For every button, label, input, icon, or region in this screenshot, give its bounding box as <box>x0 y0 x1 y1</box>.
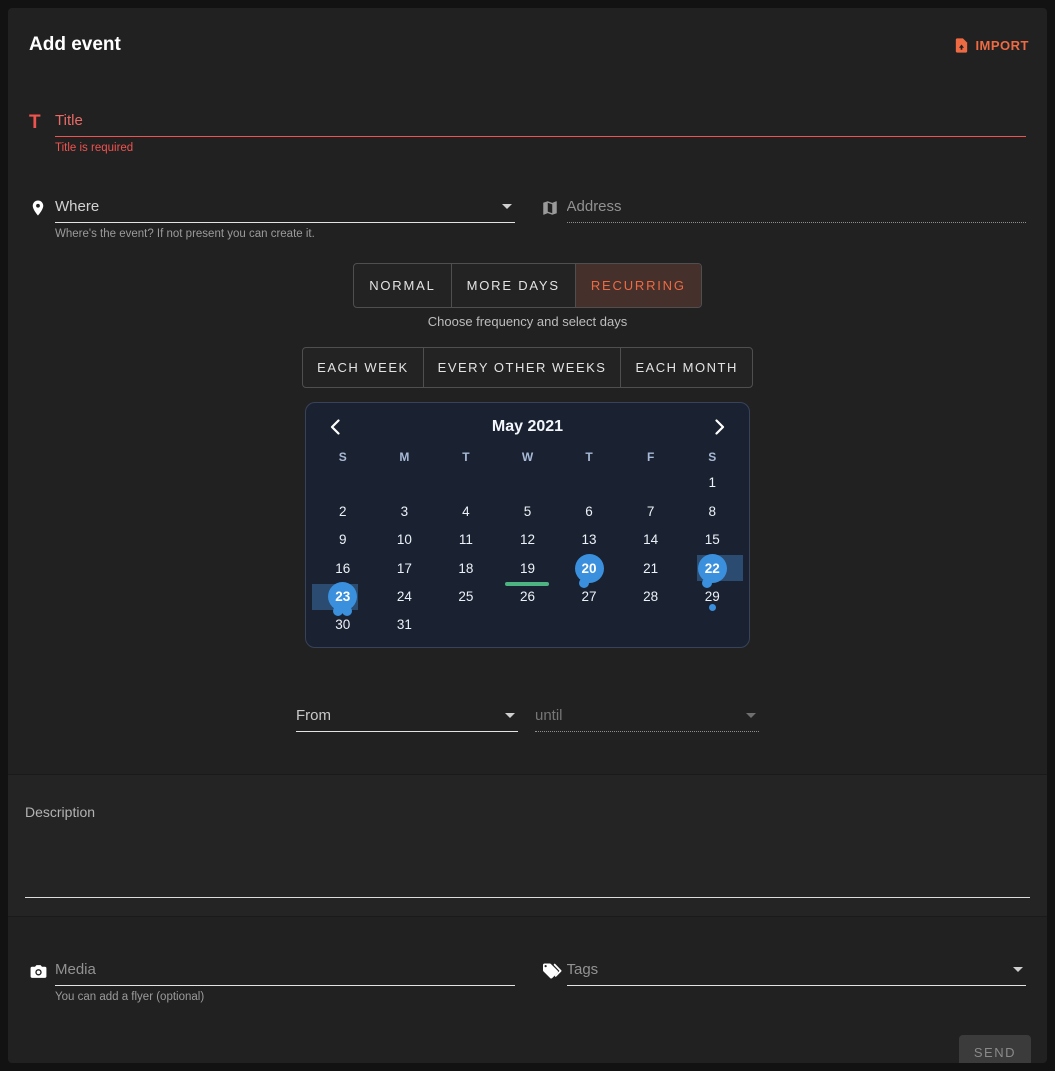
tab-more-days[interactable]: MORE DAYS <box>451 264 575 307</box>
calendar-day-header: T <box>435 445 497 469</box>
chevron-down-icon[interactable] <box>505 713 515 718</box>
event-mode-tabs: NORMAL MORE DAYS RECURRING <box>353 263 702 308</box>
calendar-day[interactable]: 10 <box>374 526 436 554</box>
calendar-day[interactable]: 16 <box>312 554 374 582</box>
where-helper-text: Where's the event? If not present you ca… <box>55 228 515 240</box>
calendar-day-empty <box>312 469 374 497</box>
media-input[interactable] <box>55 961 515 985</box>
calendar-day-header: T <box>558 445 620 469</box>
calendar-prev-month-button[interactable] <box>324 415 346 442</box>
calendar-day[interactable]: 8 <box>681 497 743 525</box>
calendar-day-header: S <box>681 445 743 469</box>
chevron-left-icon <box>330 423 340 438</box>
calendar-day-empty <box>620 469 682 497</box>
calendar-day-with-dot[interactable]: 29 <box>681 583 743 611</box>
from-time-select[interactable] <box>296 707 518 731</box>
calendar-day-empty <box>435 469 497 497</box>
calendar-day[interactable]: 7 <box>620 497 682 525</box>
chevron-right-icon <box>715 423 725 438</box>
calendar-day[interactable]: 25 <box>435 583 497 611</box>
calendar-day-selected[interactable]: 23 <box>312 583 374 611</box>
calendar-day-empty <box>497 611 559 639</box>
calendar-day[interactable]: 12 <box>497 526 559 554</box>
calendar-day[interactable]: 13 <box>558 526 620 554</box>
import-button[interactable]: IMPORT <box>953 37 1029 54</box>
dialog-header: Add event IMPORT <box>8 8 1047 56</box>
tab-recurring[interactable]: RECURRING <box>575 264 701 307</box>
calendar-day[interactable]: 1 <box>681 469 743 497</box>
freq-each-week-button[interactable]: EACH WEEK <box>303 348 423 387</box>
calendar-grid: S M T W T F S 1 2 3 4 5 6 7 8 9 10 11 12 <box>312 445 743 639</box>
description-textarea[interactable] <box>25 775 1030 898</box>
calendar-day[interactable]: 24 <box>374 583 436 611</box>
chevron-down-icon <box>746 713 756 718</box>
calendar-day-with-bar[interactable]: 19 <box>497 554 559 582</box>
calendar-day[interactable]: 18 <box>435 554 497 582</box>
calendar-day[interactable]: 15 <box>681 526 743 554</box>
calendar-day-empty <box>435 611 497 639</box>
until-time-select[interactable] <box>535 707 759 731</box>
calendar-day[interactable]: 27 <box>558 583 620 611</box>
calendar-day[interactable]: 28 <box>620 583 682 611</box>
title-icon: T <box>29 113 41 133</box>
calendar-day[interactable]: 4 <box>435 497 497 525</box>
tags-icon <box>541 961 567 980</box>
calendar-day[interactable]: 3 <box>374 497 436 525</box>
calendar-day-empty <box>374 469 436 497</box>
location-pin-icon <box>29 198 55 217</box>
calendar-day[interactable]: 9 <box>312 526 374 554</box>
tags-select[interactable] <box>567 961 1027 985</box>
freq-every-other-weeks-button[interactable]: EVERY OTHER WEEKS <box>423 348 621 387</box>
calendar-day-header: M <box>374 445 436 469</box>
calendar-day[interactable]: 14 <box>620 526 682 554</box>
frequency-options: EACH WEEK EVERY OTHER WEEKS EACH MONTH <box>302 347 753 388</box>
send-button[interactable]: SEND <box>959 1035 1031 1063</box>
calendar-day[interactable]: 6 <box>558 497 620 525</box>
page-title: Add event <box>29 34 121 56</box>
calendar-day[interactable]: 21 <box>620 554 682 582</box>
calendar-day[interactable]: 30 <box>312 611 374 639</box>
import-button-label: IMPORT <box>975 38 1029 53</box>
chevron-down-icon[interactable] <box>1013 967 1023 972</box>
calendar-day-selected[interactable]: 20 <box>558 554 620 582</box>
frequency-hint-text: Choose frequency and select days <box>8 314 1047 329</box>
calendar-day-header: F <box>620 445 682 469</box>
file-import-icon <box>953 37 970 54</box>
chevron-down-icon[interactable] <box>502 204 512 209</box>
calendar-day-selected[interactable]: 22 <box>681 554 743 582</box>
calendar: May 2021 S M T W T F S 1 2 3 4 <box>305 402 750 648</box>
calendar-day-empty <box>681 611 743 639</box>
calendar-next-month-button[interactable] <box>709 415 731 442</box>
calendar-day[interactable]: 17 <box>374 554 436 582</box>
tab-normal[interactable]: NORMAL <box>354 264 450 307</box>
calendar-day[interactable]: 31 <box>374 611 436 639</box>
calendar-day-empty <box>620 611 682 639</box>
green-bar-indicator <box>505 582 549 586</box>
calendar-day-empty <box>558 469 620 497</box>
calendar-day-empty <box>558 611 620 639</box>
freq-each-month-button[interactable]: EACH MONTH <box>620 348 751 387</box>
calendar-day[interactable]: 2 <box>312 497 374 525</box>
camera-icon <box>29 961 55 981</box>
description-section <box>8 774 1047 917</box>
map-icon <box>541 198 567 217</box>
calendar-day-empty <box>497 469 559 497</box>
address-input[interactable] <box>567 198 1027 222</box>
event-dot <box>709 604 716 611</box>
title-error-text: Title is required <box>55 142 1026 154</box>
title-input[interactable] <box>55 112 1026 136</box>
calendar-day-header: W <box>497 445 559 469</box>
calendar-day[interactable]: 11 <box>435 526 497 554</box>
media-helper-text: You can add a flyer (optional) <box>55 991 515 1003</box>
calendar-day[interactable]: 26 <box>497 583 559 611</box>
calendar-day-header: S <box>312 445 374 469</box>
calendar-day[interactable]: 5 <box>497 497 559 525</box>
where-select[interactable] <box>55 198 515 222</box>
add-event-dialog: Add event IMPORT T Title is required <box>8 8 1047 1063</box>
calendar-month-label: May 2021 <box>492 418 563 436</box>
